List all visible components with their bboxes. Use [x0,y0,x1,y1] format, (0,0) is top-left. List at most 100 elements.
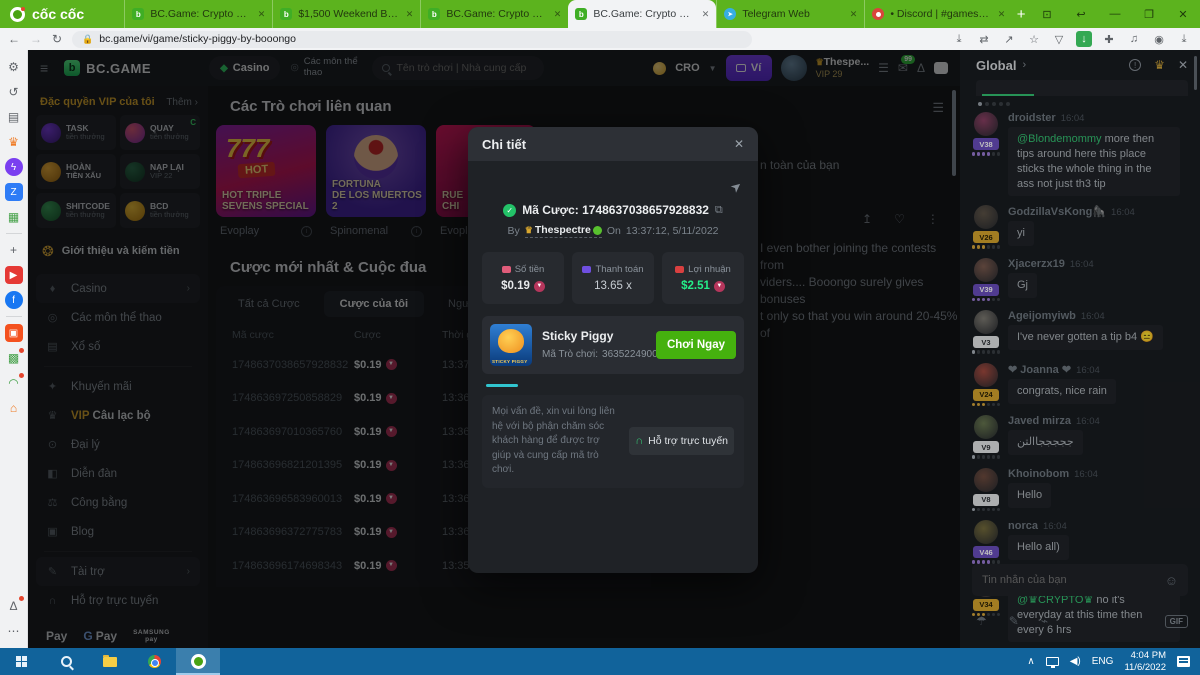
game-thumbnail[interactable]: STICKY PIGGY [490,324,532,366]
network-icon[interactable] [1046,657,1059,666]
play-now-button[interactable]: Chơi Ngay [656,331,736,359]
shop-icon[interactable]: ▣ [5,324,23,342]
tab-close-icon[interactable]: ✕ [406,9,414,20]
browser-tab[interactable]: bBC.Game: Crypto Casino Gam✕ [124,0,272,28]
avatar[interactable] [974,468,998,492]
taskbar-search[interactable] [44,648,88,675]
coccoc-vip-icon[interactable]: ♛ [5,133,23,151]
bookmark-star-icon[interactable]: ☆ [1026,31,1042,47]
extensions-icon[interactable]: ✚ [1101,31,1117,47]
chat-username[interactable]: Khoinobom16:04 [1008,468,1188,480]
trophy-icon[interactable]: ♛ [1154,58,1165,72]
clock[interactable]: 4:04 PM 11/6/2022 [1124,650,1166,674]
media-icon[interactable]: ♫ [1126,31,1142,47]
coccoc-download-icon[interactable]: ↓ [1076,31,1092,47]
coccoc-button[interactable] [176,648,220,675]
chat-pinned-banner[interactable] [976,80,1188,96]
close-window-button[interactable]: ✕ [1166,0,1200,28]
browser-tab[interactable]: • Discord | #games | BC G✕ [864,0,1012,28]
chat-scrollbar[interactable] [1194,56,1197,90]
adblock-shield-icon[interactable]: ▽ [1051,31,1067,47]
forward-button[interactable]: → [30,32,42,46]
share-bet-icon[interactable]: ➤ [727,177,746,196]
settings-gear-icon[interactable]: ⚙ [5,58,23,76]
chat-close-icon[interactable]: ✕ [1178,58,1188,72]
reload-button[interactable]: ↻ [52,32,62,46]
youtube-icon[interactable]: ▶ [5,266,23,284]
gift-icon[interactable]: ▩ [5,349,23,367]
chat-username[interactable]: Xjacerzx1916:04 [1008,258,1188,270]
browser-tab[interactable]: bBC.Game: Crypto Casino Gam✕ [420,0,568,28]
chat-room-title[interactable]: Global [976,58,1016,73]
file-explorer-button[interactable] [88,648,132,675]
gif-button[interactable]: GIF [1165,615,1188,628]
games-icon[interactable]: ▦ [5,208,23,226]
avatar[interactable] [974,520,998,544]
rain-tip-icon[interactable]: ☂ [976,614,987,628]
bet-author[interactable]: ♛Thespectre [525,224,602,238]
url-field[interactable]: 🔒 bc.game/vi/game/sticky-piggy-by-booong… [72,31,752,48]
avatar[interactable] [974,205,998,229]
copy-bet-id-icon[interactable]: ⧉ [715,204,723,217]
cart-icon[interactable]: ⌂ [5,399,23,417]
chat-info-icon[interactable]: ! [1129,59,1141,71]
tab-close-icon[interactable]: ✕ [850,9,858,20]
chat-input[interactable] [982,574,1159,586]
translate-icon[interactable]: ⇄ [976,31,992,47]
chat-username[interactable]: Javed mirza16:04 [1008,415,1188,427]
medal-dots [972,152,1001,156]
chat-username[interactable]: Ageijomyiwb16:04 [1008,310,1188,322]
plugin-icon[interactable]: ⌁ [1041,614,1048,628]
reopen-tab-icon[interactable]: ↩ [1064,0,1098,28]
add-shortcut-icon[interactable]: + [5,241,23,259]
downloads-tray-icon[interactable]: ⤓ [1176,31,1192,47]
chat-input-wrap[interactable]: ☺ [972,564,1188,596]
action-center-icon[interactable] [1177,656,1190,667]
mention-link[interactable]: @Blondemommy [1017,133,1102,145]
facebook-icon[interactable]: f [5,291,23,309]
browser-tab[interactable]: ➤Telegram Web✕ [716,0,864,28]
chat-room-chevron-icon[interactable]: › [1022,59,1026,71]
avatar[interactable] [974,415,998,439]
tab-close-icon[interactable]: ✕ [702,9,710,20]
avatar[interactable] [974,258,998,282]
more-icon[interactable]: ⋯ [5,622,23,640]
avatar[interactable] [974,112,998,136]
chrome-button[interactable] [132,648,176,675]
tab-close-icon[interactable]: ✕ [258,9,266,20]
tab-close-icon[interactable]: ✕ [998,9,1006,20]
browser-tab[interactable]: b$1,500 Weekend Booongo M✕ [272,0,420,28]
zalo-icon[interactable]: Z [5,183,23,201]
chat-rules-icon[interactable]: ✎ [1009,614,1019,628]
profile-icon[interactable]: ◉ [1151,31,1167,47]
url-text[interactable]: bc.game/vi/game/sticky-piggy-by-booongo [99,33,296,45]
chat-username[interactable]: GodzillaVsKong🦍16:04 [1008,205,1188,218]
emoji-icon[interactable]: ☺ [1165,573,1178,588]
messenger-icon[interactable]: ϟ [5,158,23,176]
new-tab-button[interactable]: + [1012,1,1030,27]
newsfeed-icon[interactable]: ▤ [5,108,23,126]
chat-username[interactable]: droidster16:04 [1008,112,1188,124]
avatar[interactable] [974,310,998,334]
maximize-button[interactable]: ❐ [1132,0,1166,28]
tab-preview-icon[interactable]: ⊡ [1030,0,1064,28]
tray-chevron-icon[interactable]: ∧ [1027,656,1034,667]
save-page-icon[interactable]: ⤓ [951,31,967,47]
chat-username[interactable]: norca16:04 [1008,520,1188,532]
minimize-button[interactable]: — [1098,0,1132,28]
education-icon[interactable]: ◠ [5,374,23,392]
tab-close-icon[interactable]: ✕ [554,9,562,20]
avatar[interactable] [974,363,998,387]
share-icon[interactable]: ↗ [1001,31,1017,47]
live-support-button[interactable]: ∩ Hỗ trợ trực tuyến [629,427,734,455]
start-button[interactable] [0,648,44,675]
page-scrollbar[interactable] [952,90,956,176]
modal-close-icon[interactable]: ✕ [734,137,744,151]
volume-icon[interactable]: ◀) [1070,656,1081,667]
browser-tab[interactable]: bBC.Game: Crypto Casino Gam✕ [568,0,716,28]
back-button[interactable]: ← [8,32,20,46]
notification-bell-icon[interactable]: Δ [5,597,23,615]
chat-username[interactable]: ❤ Joanna ❤16:04 [1008,363,1188,376]
history-icon[interactable]: ↺ [5,83,23,101]
language-indicator[interactable]: ENG [1092,656,1114,667]
